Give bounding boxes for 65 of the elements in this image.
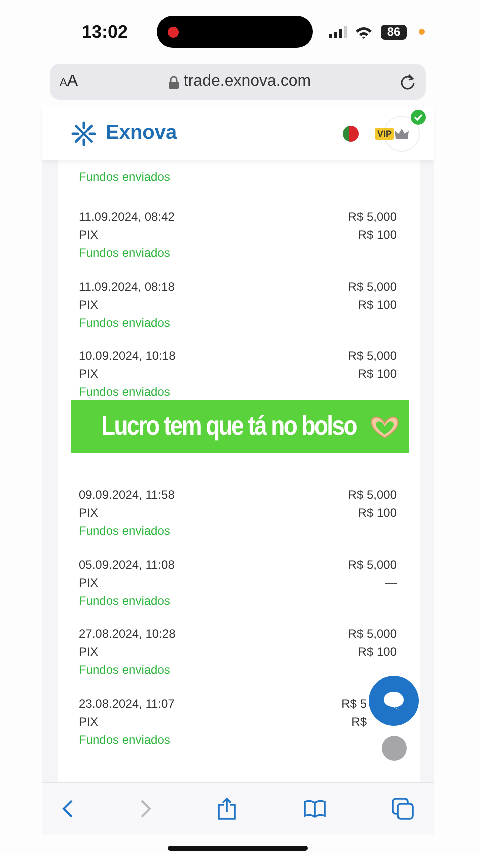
transaction-date: 11.09.2024, 08:42 <box>79 210 175 224</box>
transaction-status: Fundos enviados <box>79 524 170 538</box>
brand-name: Exnova <box>106 122 178 145</box>
record-dot <box>168 26 179 38</box>
transaction-date: 09.09.2024, 11:58 <box>79 488 175 502</box>
signal-icon <box>329 26 347 38</box>
transaction-amount: R$ 5,000 <box>348 627 397 641</box>
payment-method: PIX <box>79 298 98 312</box>
crown-icon <box>395 128 409 140</box>
transaction-date: 11.09.2024, 08:18 <box>79 280 175 294</box>
transaction-date: 23.08.2024, 11:07 <box>79 696 175 710</box>
heart-hands-icon <box>369 414 401 440</box>
url-text: trade.exnova.com <box>184 73 312 91</box>
payment-method: PIX <box>79 506 98 520</box>
transaction-status: Fundos enviados <box>79 246 170 260</box>
transaction-fee: R$ 100 <box>358 228 397 242</box>
bookmarks-button[interactable] <box>302 799 326 819</box>
status-time: 13:02 <box>82 22 126 42</box>
address-bar[interactable]: AA trade.exnova.com <box>50 64 426 100</box>
banner-caption: Lucro tem que tá no bolso <box>101 411 356 442</box>
transaction-fee: R$ 100 <box>358 298 397 312</box>
transaction-date: 27.08.2024, 10:28 <box>79 627 176 641</box>
payment-method: PIX <box>79 645 98 659</box>
tabs-icon <box>392 798 414 820</box>
check-icon <box>411 110 426 124</box>
vip-badge: VIP <box>375 128 394 140</box>
share-icon <box>217 797 237 821</box>
book-icon <box>302 799 326 819</box>
transaction-amount: R$ 5 <box>342 696 367 710</box>
back-button[interactable] <box>62 799 74 819</box>
transaction-amount: R$ 5,000 <box>348 280 397 294</box>
transaction-amount: R$ 5,000 <box>348 210 397 224</box>
transaction-fee: R$ <box>352 714 367 728</box>
text-size-button[interactable]: AA <box>60 73 80 91</box>
transaction-date: 10.09.2024, 10:18 <box>79 349 176 363</box>
transaction-amount: R$ 5,000 <box>348 558 397 572</box>
transaction-fee: — <box>385 576 397 590</box>
transaction-fee: R$ 100 <box>358 367 397 381</box>
chat-icon <box>383 691 405 711</box>
transaction-status: Fundos enviados <box>79 594 170 608</box>
transaction-status: Fundos enviados <box>79 316 170 330</box>
transaction-status: Fundos enviados <box>79 170 170 184</box>
transaction-amount: R$ 5,000 <box>348 488 397 502</box>
back-icon <box>62 799 74 819</box>
flag-icon[interactable] <box>343 126 360 142</box>
tabs-button[interactable] <box>392 798 414 820</box>
transaction-date: 05.09.2024, 11:08 <box>79 558 175 572</box>
payment-method: PIX <box>79 714 98 728</box>
logo-icon <box>70 120 98 148</box>
lock-icon <box>168 76 179 88</box>
wifi-icon <box>355 26 373 38</box>
payment-method: PIX <box>79 367 98 381</box>
transaction-amount: R$ 5,000 <box>348 349 397 363</box>
payment-method: PIX <box>79 228 98 242</box>
indicator-dot <box>419 29 425 35</box>
transaction-fee: R$ 100 <box>358 645 397 659</box>
transaction-status: Fundos enviados <box>79 663 170 677</box>
payment-method: PIX <box>79 576 98 590</box>
forward-icon <box>140 799 152 819</box>
battery-level: 86 <box>381 24 407 40</box>
transaction-status: Fundos enviados <box>79 385 170 399</box>
transaction-status: Fundos enviados <box>79 732 170 746</box>
transaction-fee: R$ 100 <box>358 506 397 520</box>
share-button[interactable] <box>217 797 237 821</box>
reload-icon[interactable] <box>400 74 416 90</box>
